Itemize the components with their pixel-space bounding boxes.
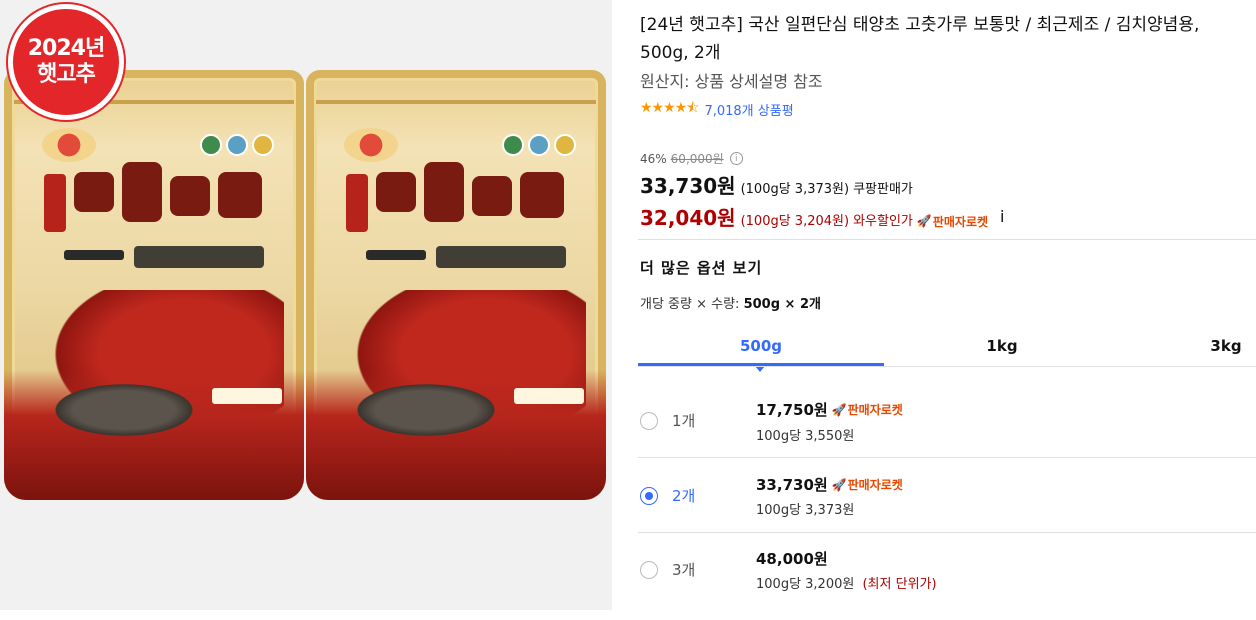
tabs-divider	[638, 366, 1256, 367]
origin-text: 원산지: 상품 상세설명 참조	[640, 72, 823, 91]
certification-marks	[200, 134, 274, 156]
rocket-icon: 🚀	[831, 402, 847, 417]
seller-rocket-badge: 🚀 판매자로켓	[917, 213, 988, 230]
option-radio-1[interactable]	[640, 412, 658, 430]
option-unit-price: 100g당 3,200원	[756, 577, 855, 592]
sale-price-label: 쿠팡판매가	[853, 182, 913, 197]
option-qty: 2개	[672, 487, 696, 505]
option-unit-price: 100g당 3,550원	[756, 429, 855, 444]
discount-rate: 46%	[640, 151, 667, 166]
option-row-2[interactable]: 2개 33,730원 🚀 판매자로켓 100g당 3,373원	[638, 460, 1256, 534]
rocket-label: 판매자로켓	[847, 478, 903, 492]
option-divider	[638, 457, 1256, 458]
star-rating-icon: ★★★★⯪	[640, 100, 699, 116]
badge-line2: 햇고추	[37, 62, 96, 87]
bag-title-graphic	[74, 162, 274, 232]
option-qty: 3개	[672, 561, 696, 579]
rocket-label: 판매자로켓	[847, 403, 903, 417]
wow-price-label: 와우할인가	[853, 214, 913, 229]
option-price: 33,730원	[756, 476, 828, 494]
rocket-label: 판매자로켓	[932, 214, 989, 229]
review-count-link[interactable]: 7,018개 상품평	[704, 100, 793, 119]
option-radio-3[interactable]	[640, 561, 658, 579]
product-image[interactable]: 2024년 햇고추	[0, 0, 612, 610]
option-unit-price: 100g당 3,373원	[756, 503, 855, 518]
info-icon[interactable]: i	[729, 152, 743, 165]
option-price: 48,000원	[756, 550, 828, 568]
option-summary-value: 500g × 2개	[743, 297, 821, 312]
wow-unit-price: (100g당 3,204원)	[740, 214, 850, 229]
tab-500g[interactable]: 500g	[638, 326, 884, 366]
product-bag-right	[306, 70, 606, 500]
option-radio-2[interactable]	[640, 487, 658, 505]
rocket-icon: 🚀	[916, 214, 932, 228]
tab-3kg[interactable]: 3kg	[1198, 326, 1254, 366]
brand-logo	[42, 128, 96, 162]
seller-rocket-badge: 🚀 판매자로켓	[832, 401, 903, 418]
option-row-1[interactable]: 1개 17,750원 🚀 판매자로켓 100g당 3,550원	[638, 384, 1256, 458]
weight-tabs: 500g 1kg 3kg	[638, 326, 1256, 372]
section-divider	[638, 239, 1256, 240]
option-row-3[interactable]: 3개 48,000원 100g당 3,200원 (최저 단위가)	[638, 536, 1256, 610]
more-options-title: 더 많은 옵션 보기	[640, 259, 763, 277]
option-divider	[638, 532, 1256, 533]
bag-title-graphic	[376, 162, 576, 232]
option-price: 17,750원	[756, 401, 828, 419]
product-info-panel: [24년 햇고추] 국산 일편단심 태양초 고춧가루 보통맛 / 최근제조 / …	[638, 0, 1256, 620]
year-badge: 2024년 햇고추	[8, 4, 124, 120]
lowest-unit-price-note: (최저 단위가)	[862, 577, 937, 592]
original-price: 60,000원	[670, 152, 724, 166]
sale-unit-price: (100g당 3,373원)	[740, 182, 850, 197]
seller-rocket-badge: 🚀 판매자로켓	[832, 476, 903, 493]
price-block: 46% 60,000원 i 33,730원 (100g당 3,373원) 쿠팡판…	[640, 150, 1250, 231]
brand-logo	[344, 128, 398, 162]
wow-price: 32,040원	[640, 206, 736, 230]
product-title: [24년 햇고추] 국산 일편단심 태양초 고춧가루 보통맛 / 최근제조 / …	[640, 15, 1200, 63]
badge-line1: 2024년	[27, 36, 105, 61]
option-summary: 개당 중량 × 수량: 500g × 2개	[640, 293, 821, 312]
option-summary-label: 개당 중량 × 수량:	[640, 297, 740, 312]
option-qty: 1개	[672, 412, 696, 430]
sale-price: 33,730원	[640, 174, 736, 198]
rating-row: ★★★★⯪ 7,018개 상품평	[640, 97, 794, 121]
rocket-icon: 🚀	[831, 477, 847, 492]
product-bag-left	[4, 70, 304, 500]
tab-1kg[interactable]: 1kg	[904, 326, 1100, 366]
certification-marks	[502, 134, 576, 156]
info-icon[interactable]: i	[1000, 207, 1004, 226]
